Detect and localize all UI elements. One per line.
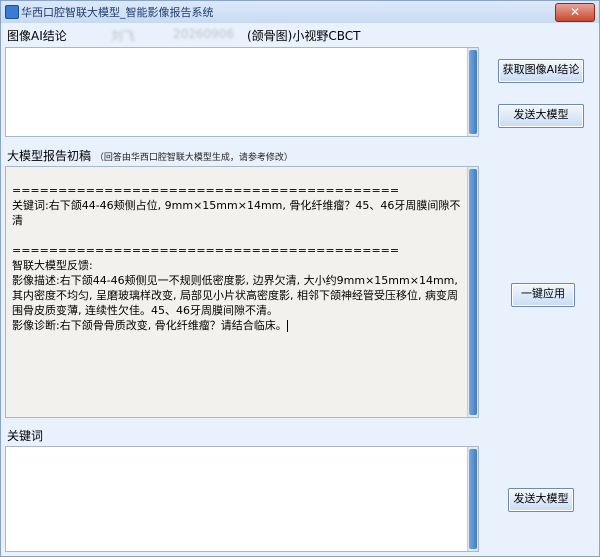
feedback-header: 智联大模型反馈: [12,259,93,272]
get-ai-conclusion-button[interactable]: 获取图像AI结论 [498,59,584,83]
ai-conclusion-scrollbar[interactable] [467,48,478,136]
send-model-button-bottom[interactable]: 发送大模型 [508,488,574,512]
main-window: 华西口腔智联大模型_智能影像报告系统 ✕ 图像AI结论 刘飞 20260906 … [0,0,600,557]
patient-id: 20260906 [173,27,235,41]
report-draft-note: （回答由华西口腔智联大模型生成，请参考修改） [94,153,293,163]
scroll-thumb[interactable] [469,169,477,415]
image-description: 影像描述:右下颌44-46颊侧见一不规则低密度影, 边界欠清, 大小约9mm×1… [12,274,462,317]
scroll-thumb[interactable] [469,449,477,549]
close-button[interactable]: ✕ [555,3,595,22]
title-bar: 华西口腔智联大模型_智能影像报告系统 ✕ [1,1,599,23]
scan-type-label: (颌骨图)小视野CBCT [247,29,361,43]
report-draft-title: 大模型报告初稿 [7,149,92,163]
patient-name: 刘飞 [111,29,136,43]
send-model-button-top[interactable]: 发送大模型 [498,104,584,128]
app-icon [5,5,19,19]
report-scrollbar[interactable] [467,167,478,417]
keywords-scrollbar[interactable] [467,447,478,551]
text-caret [286,320,288,332]
report-content: ========================================… [12,183,462,333]
separator-2: ========================================… [12,244,400,257]
scroll-thumb[interactable] [469,50,477,134]
separator-1: ========================================… [12,184,400,197]
window-title: 华西口腔智联大模型_智能影像报告系统 [21,6,214,19]
image-diagnosis: 影像诊断:右下颌骨骨质改变, 骨化纤维瘤？请结合临床。 [12,319,287,332]
keywords-textbox[interactable] [5,446,479,552]
image-ai-label: 图像AI结论 [7,29,67,43]
apply-one-click-button[interactable]: 一键应用 [511,283,575,307]
report-draft-label: 大模型报告初稿 （回答由华西口腔智联大模型生成，请参考修改） [7,147,293,164]
report-draft-textbox[interactable]: ========================================… [5,166,479,418]
keywords-line: 关键词:右下颌44-46颊侧占位, 9mm×15mm×14mm, 骨化纤维瘤？4… [12,199,461,227]
ai-conclusion-textbox[interactable] [5,47,479,137]
keywords-label: 关键词 [7,429,44,443]
